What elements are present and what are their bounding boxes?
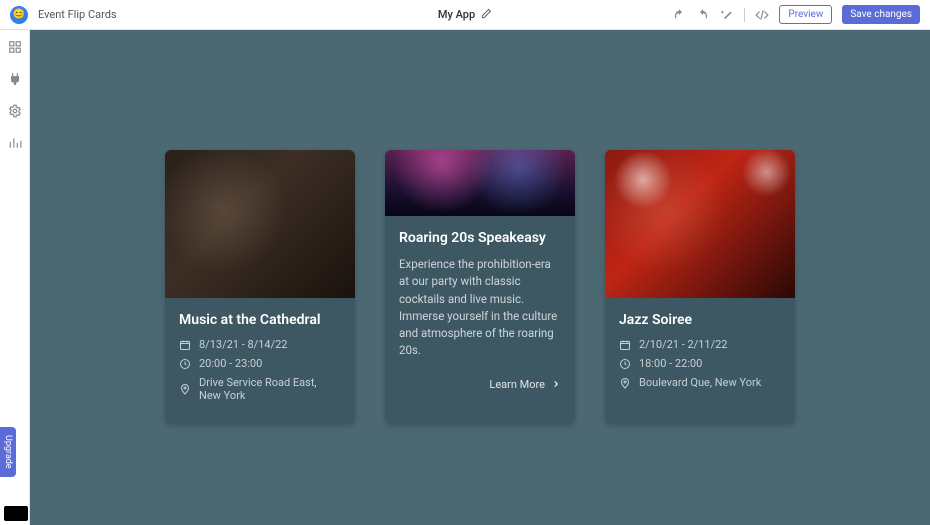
card-date-text: 8/13/21 - 8/14/22 (199, 338, 287, 351)
code-icon[interactable] (755, 8, 769, 22)
calendar-icon (179, 339, 191, 351)
analytics-icon[interactable] (8, 136, 22, 150)
card-date-text: 2/10/21 - 2/11/22 (639, 338, 727, 351)
card-time-text: 18:00 - 22:00 (639, 357, 702, 370)
card-title: Jazz Soiree (619, 312, 781, 328)
app-logo: 😊 (10, 6, 28, 24)
card-body: Jazz Soiree 2/10/21 - 2/11/22 18:00 - 22… (605, 298, 795, 411)
event-card[interactable]: Jazz Soiree 2/10/21 - 2/11/22 18:00 - 22… (605, 150, 795, 424)
canvas: Music at the Cathedral 8/13/21 - 8/14/22… (30, 30, 930, 525)
cards-row: Music at the Cathedral 8/13/21 - 8/14/22… (30, 30, 930, 424)
chevron-right-icon (551, 379, 561, 389)
card-location: Boulevard Que, New York (619, 376, 781, 389)
clock-icon (179, 358, 191, 370)
save-button[interactable]: Save changes (842, 5, 920, 24)
divider (744, 8, 745, 22)
settings-icon[interactable] (8, 104, 22, 118)
card-body: Music at the Cathedral 8/13/21 - 8/14/22… (165, 298, 355, 424)
plug-icon[interactable] (8, 72, 22, 86)
edit-name-icon[interactable] (481, 8, 492, 22)
calendar-icon (619, 339, 631, 351)
card-time: 18:00 - 22:00 (619, 357, 781, 370)
undo-icon[interactable] (672, 8, 686, 22)
card-image (605, 150, 795, 298)
preview-button[interactable]: Preview (779, 5, 832, 24)
learn-more-link[interactable]: Learn More (399, 378, 561, 391)
pin-icon (179, 383, 191, 395)
card-location-text: Drive Service Road East, New York (199, 376, 341, 402)
top-bar: 😊 Event Flip Cards My App Preview Save c… (0, 0, 930, 30)
bottom-widget[interactable] (4, 506, 28, 521)
card-image (165, 150, 355, 298)
card-location: Drive Service Road East, New York (179, 376, 341, 402)
card-body: Roaring 20s Speakeasy Experience the pro… (385, 216, 575, 407)
card-location-text: Boulevard Que, New York (639, 376, 761, 389)
magic-icon[interactable] (720, 8, 734, 22)
topbar-right: Preview Save changes (672, 5, 920, 24)
card-date: 8/13/21 - 8/14/22 (179, 338, 341, 351)
pin-icon (619, 377, 631, 389)
card-time: 20:00 - 23:00 (179, 357, 341, 370)
learn-more-text: Learn More (489, 378, 545, 391)
card-image (385, 150, 575, 216)
redo-icon[interactable] (696, 8, 710, 22)
topbar-center: My App (438, 8, 492, 22)
app-name: My App (438, 8, 475, 21)
card-title: Roaring 20s Speakeasy (399, 230, 561, 246)
clock-icon (619, 358, 631, 370)
grid-icon[interactable] (8, 40, 22, 54)
card-date: 2/10/21 - 2/11/22 (619, 338, 781, 351)
card-description: Experience the prohibition-era at our pa… (399, 256, 561, 360)
event-card[interactable]: Music at the Cathedral 8/13/21 - 8/14/22… (165, 150, 355, 424)
card-title: Music at the Cathedral (179, 312, 341, 328)
upgrade-tab[interactable]: Upgrade (0, 427, 16, 477)
card-time-text: 20:00 - 23:00 (199, 357, 262, 370)
project-name: Event Flip Cards (38, 8, 117, 21)
event-card[interactable]: Roaring 20s Speakeasy Experience the pro… (385, 150, 575, 424)
